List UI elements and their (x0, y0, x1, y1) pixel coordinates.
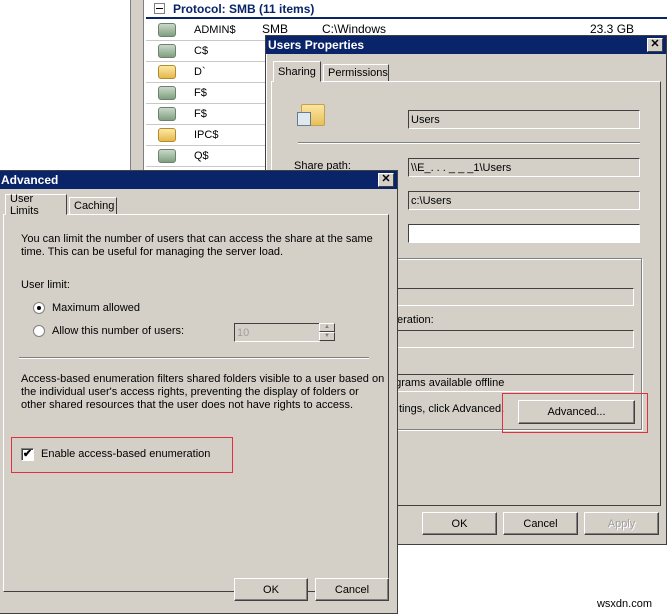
abe-text-line3: other shared resources that the user doe… (21, 399, 354, 411)
user-limit-label: User limit: (21, 279, 70, 291)
user-count-spinner[interactable]: ▲ ▼ (319, 323, 335, 341)
group-header-label: Protocol: SMB (11 items) (173, 1, 315, 16)
properties-close-button[interactable]: ✕ (647, 38, 663, 52)
share-name: C$ (194, 45, 209, 57)
share-row[interactable]: F$ (146, 83, 267, 104)
advanced-dialog: Advanced ✕ User Limits Caching You can l… (0, 170, 398, 614)
network-share-icon (158, 149, 176, 163)
network-share-icon (158, 23, 176, 37)
intro-text-line2: time. This can be useful for managing th… (21, 246, 284, 258)
highlight-box (11, 437, 233, 473)
radio-allow-number[interactable] (33, 325, 45, 337)
share-row[interactable]: Q$ (146, 146, 267, 167)
abe-status-field (386, 288, 634, 306)
properties-title: Users Properties (268, 38, 365, 52)
row-size: 23.3 GB (590, 22, 635, 36)
separator (19, 357, 369, 359)
advanced-ok-button[interactable]: OK (234, 578, 308, 601)
offline-field: ograms available offline (386, 374, 634, 392)
enumeration-label: eration: (397, 314, 434, 326)
folder-path-field[interactable]: c:\Users (408, 191, 640, 210)
network-share-icon (158, 86, 176, 100)
share-name: ADMIN$ (194, 24, 236, 36)
advanced-close-button[interactable]: ✕ (378, 173, 394, 187)
radio-allow-number-label[interactable]: Allow this number of users: (52, 325, 184, 337)
network-share-icon (158, 107, 176, 121)
properties-apply-button[interactable]: Apply (584, 512, 659, 535)
share-name: F$ (194, 108, 207, 120)
share-row[interactable]: IPC$ (146, 125, 267, 146)
properties-ok-button[interactable]: OK (422, 512, 497, 535)
properties-cancel-button[interactable]: Cancel (503, 512, 578, 535)
watermark: wsxdn.com (596, 598, 652, 610)
shared-folder-icon (158, 128, 176, 142)
intro-text-line1: You can limit the number of users that c… (21, 233, 373, 245)
user-count-input[interactable]: 10 (234, 323, 320, 342)
abe-text-line1: Access-based enumeration filters shared … (21, 373, 385, 385)
share-path-field[interactable]: \\E_. . . _ _ _1\Users (408, 158, 640, 177)
radio-maximum-allowed[interactable] (33, 302, 45, 314)
share-name: Q$ (194, 150, 209, 162)
shared-folder-icon (158, 65, 176, 79)
share-name-field[interactable]: Users (408, 110, 640, 129)
row-path: C:\Windows (322, 22, 387, 36)
group-header[interactable]: Protocol: SMB (11 items) (146, 0, 667, 19)
share-row[interactable]: D` (146, 62, 267, 83)
tab-permissions[interactable]: Permissions (323, 64, 389, 82)
advanced-hint-label: tings, click Advanced. (399, 403, 505, 415)
share-name: IPC$ (194, 129, 219, 141)
enumeration-field (386, 330, 634, 348)
spin-up-icon[interactable]: ▲ (319, 323, 335, 332)
advanced-titlebar[interactable]: Advanced ✕ (0, 171, 397, 189)
properties-titlebar[interactable]: Users Properties ✕ (266, 36, 666, 54)
highlight-box (502, 393, 648, 433)
radio-maximum-allowed-label[interactable]: Maximum allowed (52, 302, 140, 314)
tab-caching[interactable]: Caching (69, 197, 117, 215)
advanced-cancel-button[interactable]: Cancel (315, 578, 389, 601)
share-row[interactable]: ADMIN$ (146, 20, 267, 41)
share-row[interactable]: F$ (146, 104, 267, 125)
shared-folder-icon (297, 102, 325, 126)
advanced-title: Advanced (1, 173, 59, 187)
separator (298, 142, 640, 144)
share-name: F$ (194, 87, 207, 99)
share-row[interactable]: C$ (146, 41, 267, 62)
tab-sharing[interactable]: Sharing (273, 61, 321, 82)
network-share-icon (158, 44, 176, 58)
description-field[interactable] (408, 224, 640, 243)
tab-user-limits[interactable]: User Limits (5, 193, 67, 217)
abe-text-line2: the individual user's access rights, pre… (21, 386, 359, 398)
share-name: D` (194, 66, 206, 78)
spin-down-icon[interactable]: ▼ (319, 332, 335, 341)
collapse-icon[interactable] (154, 3, 165, 14)
